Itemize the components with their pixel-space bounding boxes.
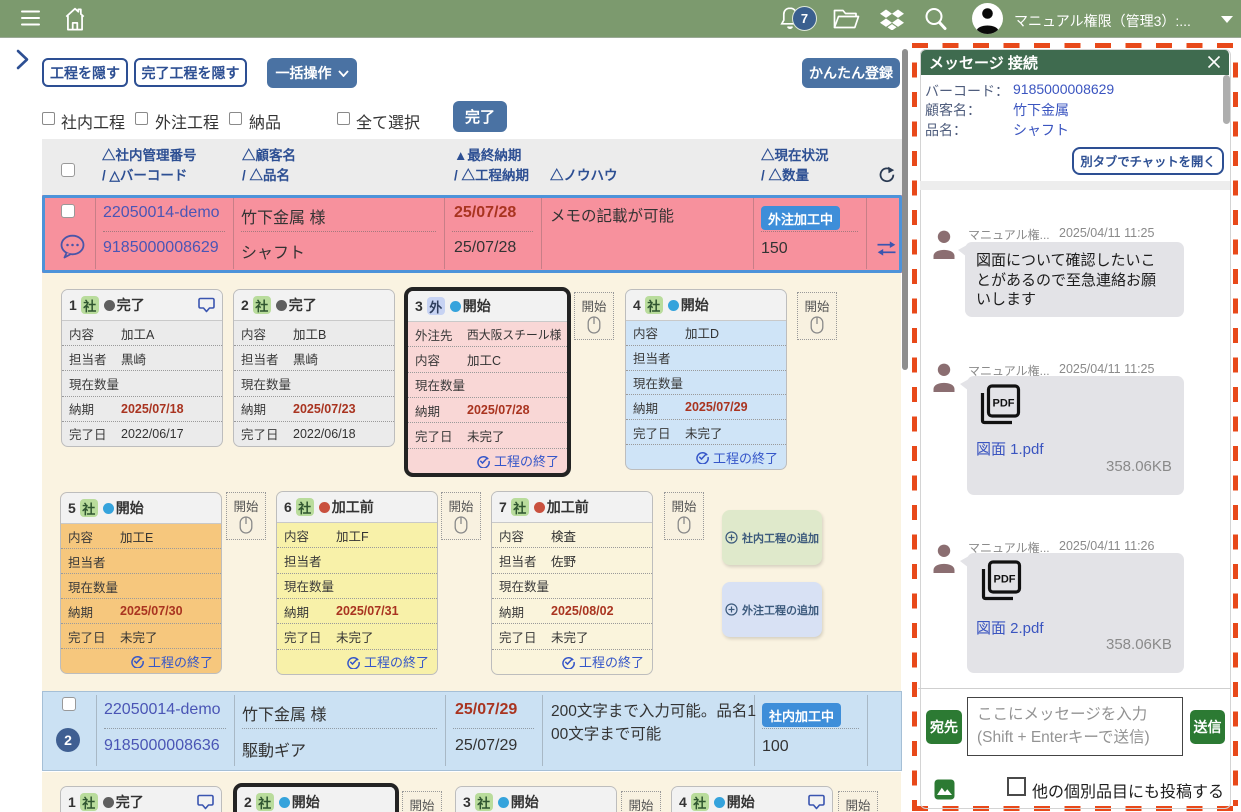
svg-text:PDF: PDF <box>994 574 1016 586</box>
svg-text:PDF: PDF <box>993 398 1015 410</box>
